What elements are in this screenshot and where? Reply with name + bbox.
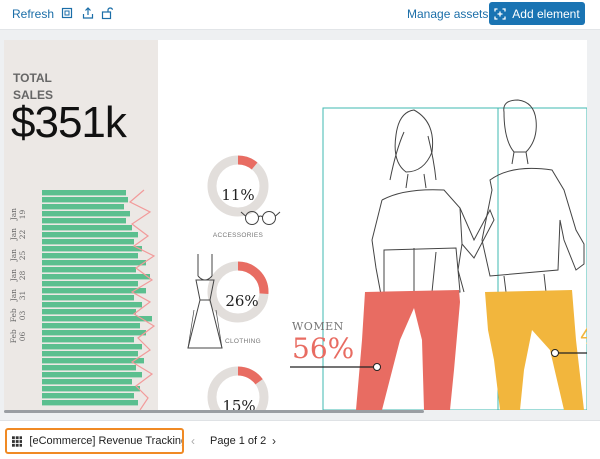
page-tab-label: [eCommerce] Revenue Tracking-	[29, 435, 182, 447]
women-leader-dot	[373, 363, 381, 371]
report-canvas[interactable]: TOTAL SALES $351k Jan 19 Jan 22 Jan 25 J…	[4, 40, 587, 410]
manage-assets-link[interactable]: Manage assets	[407, 7, 488, 21]
next-page-button[interactable]: ›	[272, 434, 276, 448]
women-percent: 56%	[292, 332, 355, 365]
previous-page-button[interactable]: ‹	[191, 434, 195, 448]
add-element-button[interactable]: Add element	[489, 2, 585, 25]
horizontal-scrollbar[interactable]	[4, 410, 424, 413]
page-tab[interactable]: [eCommerce] Revenue Tracking-	[5, 428, 184, 454]
men-percent-partial: 4	[580, 318, 587, 351]
share-icon[interactable]	[81, 6, 95, 20]
add-element-icon	[494, 7, 506, 20]
add-element-label: Add element	[512, 6, 580, 21]
grid-icon	[12, 435, 23, 447]
refresh-link[interactable]: Refresh	[12, 7, 54, 21]
men-leader-dot	[551, 349, 559, 357]
fullscreen-icon[interactable]	[60, 6, 74, 20]
page-indicator: Page 1 of 2	[210, 435, 267, 447]
man-figure	[481, 99, 585, 293]
men-pants	[485, 290, 584, 410]
top-toolbar: Refresh Manage assets Add element	[0, 0, 600, 30]
women-pants	[356, 290, 460, 410]
unlock-icon[interactable]	[100, 6, 114, 20]
